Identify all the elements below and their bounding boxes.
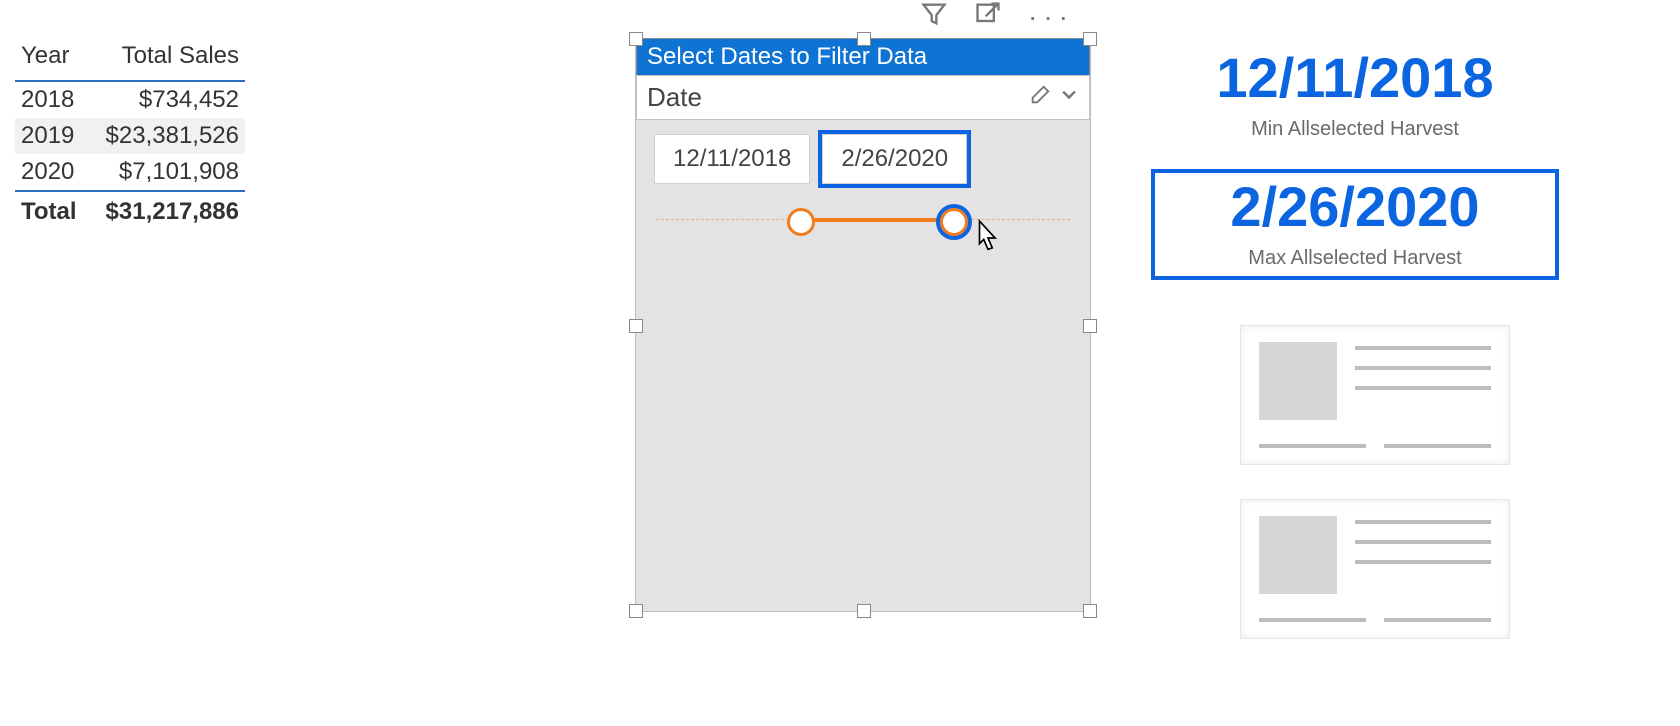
max-date-value: 2/26/2020: [1165, 179, 1545, 235]
slicer-range-track[interactable]: [656, 204, 1070, 238]
placeholder-visual[interactable]: [1240, 499, 1510, 639]
sales-table: Year Total Sales 2018 $734,452 2019 $23,…: [15, 38, 245, 230]
col-total: Total Sales: [88, 38, 245, 81]
chevron-down-icon[interactable]: [1059, 85, 1079, 110]
table-row: 2019 $23,381,526: [15, 118, 245, 154]
slicer-end-handle[interactable]: [940, 208, 968, 236]
max-date-label: Max Allselected Harvest: [1165, 247, 1545, 270]
min-date-value: 12/11/2018: [1165, 50, 1545, 106]
eraser-icon[interactable]: [1029, 84, 1051, 111]
resize-handle[interactable]: [857, 32, 871, 46]
slicer-field-name: Date: [647, 82, 702, 113]
resize-handle[interactable]: [629, 32, 643, 46]
max-date-card: 2/26/2020 Max Allselected Harvest: [1155, 173, 1555, 276]
table-row: 2018 $734,452: [15, 81, 245, 118]
slicer-start-handle[interactable]: [787, 208, 815, 236]
resize-handle[interactable]: [1083, 604, 1097, 618]
slicer-end-date-input[interactable]: 2/26/2020: [822, 134, 967, 184]
filter-icon[interactable]: [920, 0, 948, 33]
col-year: Year: [15, 38, 88, 81]
resize-handle[interactable]: [1083, 319, 1097, 333]
date-slicer-visual[interactable]: Select Dates to Filter Data Date 12/11/2…: [635, 38, 1091, 612]
resize-handle[interactable]: [629, 604, 643, 618]
placeholder-visual[interactable]: [1240, 325, 1510, 465]
table-row: 2020 $7,101,908: [15, 154, 245, 191]
min-date-card: 12/11/2018 Min Allselected Harvest: [1155, 44, 1555, 147]
focus-mode-icon[interactable]: [974, 0, 1002, 33]
resize-handle[interactable]: [857, 604, 871, 618]
table-total-row: Total $31,217,886: [15, 191, 245, 230]
min-date-label: Min Allselected Harvest: [1165, 118, 1545, 141]
resize-handle[interactable]: [629, 319, 643, 333]
more-options-icon[interactable]: ···: [1028, 3, 1074, 31]
slicer-start-date-input[interactable]: 12/11/2018: [654, 134, 810, 184]
resize-handle[interactable]: [1083, 32, 1097, 46]
